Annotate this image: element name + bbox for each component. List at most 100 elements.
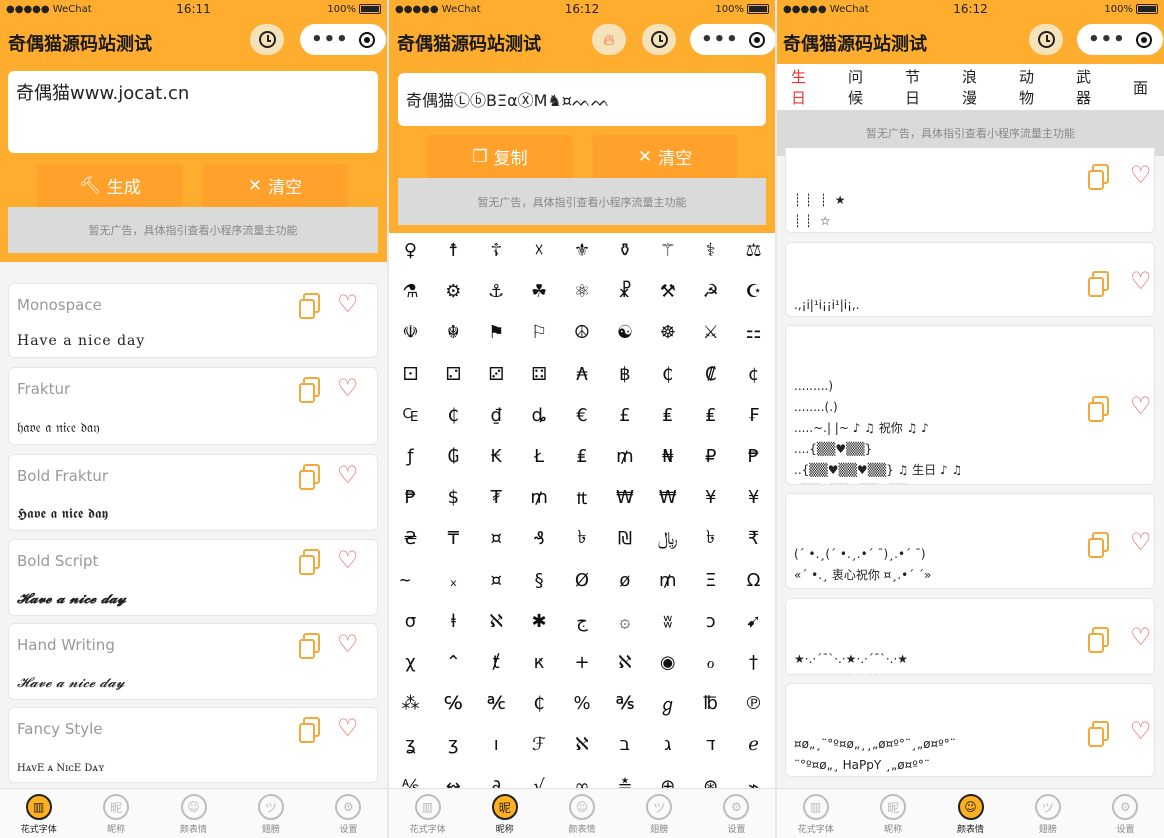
copy-button[interactable]: ❐ 复制 (428, 135, 572, 178)
history-button[interactable] (1029, 24, 1063, 55)
tab-emoticon[interactable]: ☺ 颜表情 (155, 789, 232, 838)
symbol-cell[interactable]: ☬ (432, 312, 475, 353)
symbol-cell[interactable]: Ø (561, 560, 604, 601)
symbol-cell[interactable]: ☪ (732, 271, 775, 312)
symbol-cell[interactable]: ₴ (389, 518, 432, 559)
symbol-cell[interactable]: ℁ (603, 683, 646, 724)
symbol-cell[interactable]: ⚙ (432, 271, 475, 312)
heart-icon[interactable]: ♡ (337, 292, 359, 316)
symbol-cell[interactable]: ⚚ (646, 230, 689, 271)
copy-icon[interactable] (299, 633, 320, 659)
symbol-cell[interactable]: ج (561, 601, 604, 642)
tab-romance[interactable]: 浪漫 (962, 62, 989, 112)
copy-icon[interactable] (299, 464, 320, 490)
symbol-cell[interactable]: ☯ (603, 312, 646, 353)
symbol-cell[interactable]: ₩ (603, 477, 646, 518)
font-card-monospace[interactable]: Monospace Have a nice day ♡ (8, 283, 378, 358)
font-card-fancy-style[interactable]: Fancy Style HᴀᴠE ᴀ NɪᴄE Dᴀʏ ♡ (8, 707, 378, 783)
tab-emoticon[interactable]: ☺ 颜表情 (543, 789, 620, 838)
nickname-output[interactable]: 奇偶猫ⓁⓑBΞαⓍM♞¤ᨓᨓ (398, 73, 766, 126)
symbol-cell[interactable]: ₰ (518, 518, 561, 559)
symbol-cell[interactable]: ₤ (561, 436, 604, 477)
emoticon-card[interactable]: .........) ........(.) .....~.| |~ ♪ ♫ 祝… (785, 325, 1155, 485)
clear-button[interactable]: ✕ 清空 (593, 135, 737, 178)
copy-icon[interactable] (1088, 396, 1109, 422)
heart-icon[interactable]: ♡ (1130, 719, 1152, 743)
heart-icon[interactable]: ♡ (1130, 394, 1152, 418)
tab-settings[interactable]: ⚙ 设置 (698, 789, 775, 838)
symbol-cell[interactable]: ৳ (561, 518, 604, 559)
close-miniprogram-icon[interactable] (748, 31, 765, 48)
tab-wings[interactable]: ツ翅膀 (621, 789, 698, 838)
symbol-cell[interactable]: ₤ (646, 395, 689, 436)
symbol-cell[interactable]: ʬ (646, 601, 689, 642)
symbol-cell[interactable]: Ω (732, 560, 775, 601)
symbol-cell[interactable]: ℵ (561, 724, 604, 765)
close-miniprogram-icon[interactable] (1135, 31, 1152, 48)
tab-animal[interactable]: 动物 (1019, 62, 1046, 112)
symbol-cell[interactable]: ₱ (389, 477, 432, 518)
copy-icon[interactable] (1088, 271, 1109, 297)
heart-icon[interactable]: ♡ (1130, 625, 1152, 649)
symbol-cell[interactable]: ₩ (646, 477, 689, 518)
symbol-cell[interactable]: ד (689, 724, 732, 765)
symbol-cell[interactable]: ₶ (561, 477, 604, 518)
symbol-cell[interactable]: ʒ (432, 724, 475, 765)
symbol-cell[interactable]: ב (603, 724, 646, 765)
tab-fancy-fonts[interactable]: ▥ 花式字体 (389, 789, 466, 838)
symbol-cell[interactable]: ☭ (689, 271, 732, 312)
copy-icon[interactable] (1088, 532, 1109, 558)
tab-settings[interactable]: ⚙ 设置 (1087, 789, 1164, 838)
symbol-cell[interactable]: ☧ (603, 271, 646, 312)
symbol-cell[interactable]: ⚒ (646, 271, 689, 312)
tab-festival[interactable]: 节日 (905, 62, 932, 112)
menu-capsule[interactable]: ••• (690, 24, 775, 55)
symbol-cell[interactable]: ⱡ (432, 601, 475, 642)
symbol-cell[interactable]: ₭ (475, 436, 518, 477)
symbol-cell[interactable]: ♀ (389, 230, 432, 271)
more-icon[interactable]: ••• (311, 29, 349, 50)
symbol-cell[interactable]: ⚗ (389, 271, 432, 312)
symbol-cell[interactable]: ̴ (389, 560, 432, 601)
heart-icon[interactable]: ♡ (337, 716, 359, 740)
symbol-cell[interactable]: ₽ (689, 436, 732, 477)
generate-button[interactable]: 🔨︎ 生成 (38, 164, 182, 207)
heart-icon[interactable]: ♡ (337, 632, 359, 656)
symbol-cell[interactable]: ₸ (432, 518, 475, 559)
copy-icon[interactable] (299, 717, 320, 743)
symbol-cell[interactable]: ⚱ (603, 230, 646, 271)
copy-icon[interactable] (299, 377, 320, 403)
symbol-cell[interactable]: ₡ (689, 354, 732, 395)
symbol-cell[interactable]: ﷼ (646, 518, 689, 559)
more-icon[interactable]: ••• (1088, 29, 1126, 50)
tab-wings[interactable]: ツ翅膀 (1009, 789, 1086, 838)
tab-emoticon[interactable]: ☺ 颜表情 (932, 789, 1009, 838)
symbol-cell[interactable]: ⌃ (432, 642, 475, 683)
symbol-cell[interactable]: ৳ (689, 518, 732, 559)
copy-icon[interactable] (1088, 164, 1109, 190)
symbol-cell[interactable]: ℗ (732, 683, 775, 724)
symbol-cell[interactable]: ¥ (732, 477, 775, 518)
emoticon-card[interactable]: ┊ ┊ ┊ ★ ┊ ┊ ☆ ┊ ★ ☆ 祝你生日快乐! ♡ (785, 148, 1155, 233)
history-button[interactable] (250, 24, 284, 55)
text-input[interactable]: 奇偶猫www.jocat.cn (8, 71, 378, 153)
symbol-cell[interactable]: ₥ (603, 436, 646, 477)
symbol-cell[interactable]: ✱ (518, 601, 561, 642)
symbol-cell[interactable]: ₳ (561, 354, 604, 395)
font-card-hand-writing[interactable]: Hand Writing 𝓗𝓪𝓿𝓮 𝓪 𝓷𝓲𝓬𝓮 𝓭𝓪𝔂 ♡ (8, 623, 378, 700)
symbol-cell[interactable]: ℵ (603, 642, 646, 683)
symbol-cell[interactable]: ℔ (689, 683, 732, 724)
symbol-cell[interactable]: ₠ (389, 395, 432, 436)
symbol-cell[interactable]: χ (389, 642, 432, 683)
symbol-cell[interactable]: ₵ (432, 395, 475, 436)
symbol-cell[interactable]: ⚜ (561, 230, 604, 271)
symbol-cell[interactable]: ➹ (732, 601, 775, 642)
symbol-cell[interactable]: ۞ (603, 601, 646, 642)
symbol-cell[interactable]: ȡ (518, 395, 561, 436)
symbol-cell[interactable]: ₱ (732, 436, 775, 477)
ad-banner[interactable]: 暂无广告，具体指引查看小程序流量主功能 (398, 178, 766, 225)
symbol-cell[interactable]: ⁂ (389, 683, 432, 724)
symbol-cell[interactable]: ƒ (389, 436, 432, 477)
symbol-cell[interactable]: ⚀ (389, 354, 432, 395)
symbol-cell[interactable]: ℊ (646, 683, 689, 724)
